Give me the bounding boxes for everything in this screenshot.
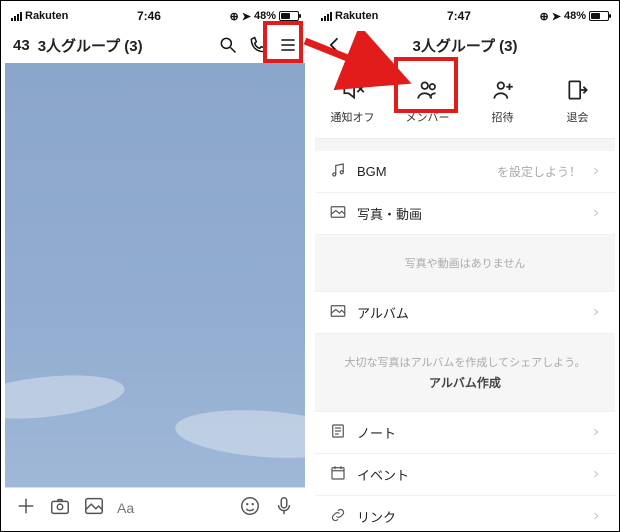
photo-icon xyxy=(329,203,347,224)
menu-events-label: イベント xyxy=(357,465,409,484)
status-time: 7:47 xyxy=(382,9,535,23)
call-icon[interactable] xyxy=(247,34,269,56)
chevron-right-icon xyxy=(591,467,601,482)
menu-events[interactable]: イベント xyxy=(315,454,615,496)
chat-input-bar xyxy=(5,487,305,527)
action-row: 通知オフ メンバー 招待 退会 xyxy=(315,63,615,139)
action-invite-label: 招待 xyxy=(492,109,514,125)
photos-empty-placeholder: 写真や動画はありません xyxy=(315,235,615,292)
status-bar: Rakuten 7:46 ⊕ ➤ 48% xyxy=(5,5,305,27)
action-mute[interactable]: 通知オフ xyxy=(315,63,390,138)
emoji-icon[interactable] xyxy=(239,495,261,520)
album-icon xyxy=(329,302,347,323)
note-icon xyxy=(329,422,347,443)
carrier-label: Rakuten xyxy=(335,10,378,22)
album-empty-placeholder[interactable]: 大切な写真はアルバムを作成してシェアしよう。 アルバム作成 xyxy=(315,334,615,412)
location-icon: ➤ xyxy=(242,10,251,23)
menu-bgm[interactable]: BGM を設定しよう！ xyxy=(315,151,615,193)
cloud-decoration xyxy=(0,369,127,426)
link-icon xyxy=(329,506,347,527)
camera-icon[interactable] xyxy=(49,495,71,520)
section-spacer xyxy=(315,139,615,151)
phone-left: Rakuten 7:46 ⊕ ➤ 48% 43 3人グループ (3) xyxy=(5,5,305,527)
menu-photos-label: 写真・動画 xyxy=(357,204,422,223)
action-members[interactable]: メンバー xyxy=(390,63,465,138)
menu-album-label: アルバム xyxy=(357,303,409,322)
plus-icon[interactable] xyxy=(15,495,37,520)
gallery-icon[interactable] xyxy=(83,495,105,520)
chevron-right-icon xyxy=(591,164,601,179)
detail-navbar: 3人グループ (3) xyxy=(315,27,615,63)
chevron-right-icon xyxy=(591,425,601,440)
battery-pct: 48% xyxy=(564,10,586,22)
location-icon: ➤ xyxy=(552,10,561,23)
menu-notes-label: ノート xyxy=(357,423,396,442)
action-invite[interactable]: 招待 xyxy=(465,63,540,138)
menu-notes[interactable]: ノート xyxy=(315,412,615,454)
menu-bgm-hint: を設定しよう！ xyxy=(497,163,581,180)
menu-links-label: リンク xyxy=(357,507,396,526)
chat-body[interactable] xyxy=(5,63,305,487)
menu-list: BGM を設定しよう！ 写真・動画 写真や動画はありません xyxy=(315,151,615,527)
search-icon[interactable] xyxy=(217,34,239,56)
status-bar: Rakuten 7:47 ⊕ ➤ 48% xyxy=(315,5,615,27)
detail-title: 3人グループ (3) xyxy=(325,35,605,56)
menu-photos[interactable]: 写真・動画 xyxy=(315,193,615,235)
battery-icon xyxy=(589,11,609,21)
status-time: 7:46 xyxy=(72,9,225,23)
alarm-icon: ⊕ xyxy=(230,10,239,23)
album-create-cta: アルバム作成 xyxy=(323,374,607,391)
chevron-right-icon xyxy=(591,509,601,524)
menu-album[interactable]: アルバム xyxy=(315,292,615,334)
action-leave-label: 退会 xyxy=(567,109,589,125)
calendar-icon xyxy=(329,464,347,485)
menu-links[interactable]: リンク xyxy=(315,496,615,527)
message-input[interactable] xyxy=(117,500,227,516)
carrier-label: Rakuten xyxy=(25,10,68,22)
battery-pct: 48% xyxy=(254,10,276,22)
chat-title: 3人グループ (3) xyxy=(38,35,209,56)
action-members-label: メンバー xyxy=(406,109,450,125)
signal-icon xyxy=(11,11,22,21)
battery-icon xyxy=(279,11,299,21)
phone-right: Rakuten 7:47 ⊕ ➤ 48% 3人グループ (3) 通知オフ xyxy=(315,5,615,527)
back-button[interactable]: 43 xyxy=(11,37,30,54)
signal-icon xyxy=(321,11,332,21)
action-leave[interactable]: 退会 xyxy=(540,63,615,138)
action-mute-label: 通知オフ xyxy=(331,109,375,125)
music-icon xyxy=(329,161,347,182)
back-count: 43 xyxy=(13,37,30,54)
chat-navbar: 43 3人グループ (3) xyxy=(5,27,305,63)
alarm-icon: ⊕ xyxy=(540,10,549,23)
mic-icon[interactable] xyxy=(273,495,295,520)
chevron-right-icon xyxy=(591,305,601,320)
menu-icon[interactable] xyxy=(277,34,299,56)
chevron-right-icon xyxy=(591,206,601,221)
menu-bgm-label: BGM xyxy=(357,164,387,179)
